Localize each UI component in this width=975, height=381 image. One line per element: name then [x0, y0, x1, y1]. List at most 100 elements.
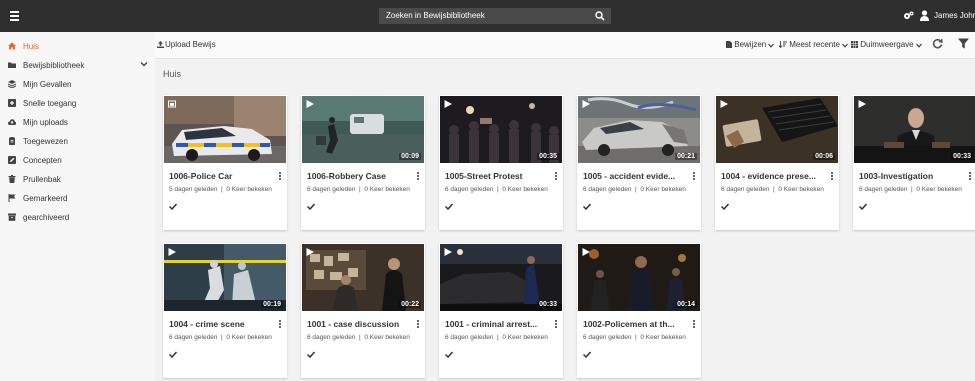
card-title[interactable]: 1006-Police Car	[169, 171, 273, 181]
card-title[interactable]: 1006-Robbery Case	[307, 171, 411, 181]
thumbnail[interactable]: 00:21	[578, 96, 700, 163]
card-meta: 5 dagen geleden | 0 Keer bekeken	[169, 186, 272, 193]
kebab-menu-icon[interactable]	[969, 172, 972, 182]
search-input[interactable]: Zoeken in Bewijsbibliotheek	[379, 8, 611, 24]
evidence-card[interactable]: 1006-Police Car 5 dagen geleden | 0 Keer…	[163, 95, 287, 230]
check-icon	[169, 351, 177, 358]
upload-icon	[157, 41, 164, 48]
thumbnail[interactable]: 00:33	[440, 244, 562, 311]
evidence-card[interactable]: 00:09 1006-Robbery Case 6 dagen geleden …	[301, 95, 425, 230]
evidence-card[interactable]: 00:22 1001 - case discussion 6 dagen gel…	[301, 243, 425, 378]
thumbnail[interactable]: 00:33	[854, 96, 975, 163]
kebab-menu-icon[interactable]	[555, 172, 558, 182]
refresh-icon[interactable]	[932, 38, 943, 49]
thumbnail[interactable]: 00:35	[440, 96, 562, 163]
card-meta: 6 dagen geleden | 0 Keer bekeken	[307, 186, 410, 193]
sidebar-item-assigned[interactable]: Toegewezen	[0, 132, 155, 150]
chevron-down-icon[interactable]	[140, 60, 148, 68]
kebab-menu-icon[interactable]	[417, 172, 420, 182]
video-duration: 00:33	[951, 153, 973, 160]
play-icon	[306, 248, 314, 256]
card-title[interactable]: 1002-Policemen at th...	[583, 319, 687, 329]
filter-icon[interactable]	[958, 38, 969, 49]
evidence-card[interactable]: 00:19 1004 - crime scene 6 dagen geleden…	[163, 243, 287, 378]
evidence-dropdown[interactable]: Bewijzen	[726, 40, 775, 49]
evidence-card[interactable]: 00:21 1005 - accident evide... 6 dagen g…	[577, 95, 701, 230]
chevron-down-icon	[915, 43, 922, 48]
sort-dropdown[interactable]: Meest recente	[778, 40, 849, 49]
card-meta: 6 dagen geleden | 0 Keer bekeken	[445, 186, 548, 193]
sidebar-item-label: Gemarkeerd	[23, 194, 68, 203]
kebab-menu-icon[interactable]	[831, 172, 834, 182]
grid-icon	[851, 41, 858, 48]
sidebar-item-label: Mijn uploads	[23, 118, 68, 127]
upload-evidence-button[interactable]: Upload Bewijs	[157, 40, 216, 49]
card-views: 0 Keer bekeken	[778, 186, 824, 193]
sidebar-item-my-cases[interactable]: Mijn Gevallen	[0, 75, 155, 93]
sidebar-item-evidence-library[interactable]: Bewijsbibliotheek	[0, 56, 155, 74]
card-title[interactable]: 1003-Investigation	[859, 171, 963, 181]
card-age: 5 dagen geleden	[169, 186, 218, 193]
view-dropdown[interactable]: Duimweergave	[851, 40, 922, 49]
menu-icon[interactable]	[10, 11, 19, 21]
kebab-menu-icon[interactable]	[555, 320, 558, 330]
search-placeholder: Zoeken in Bewijsbibliotheek	[386, 11, 485, 20]
sidebar-item-trash[interactable]: Prullenbak	[0, 170, 155, 188]
sidebar-item-flagged[interactable]: Gemarkeerd	[0, 189, 155, 207]
thumbnail[interactable]: 00:14	[578, 244, 700, 311]
card-meta: 6 dagen geleden | 0 Keer bekeken	[859, 186, 962, 193]
thumbnail[interactable]: 00:22	[302, 244, 424, 311]
card-title[interactable]: 1004 - crime scene	[169, 319, 273, 329]
sidebar-item-drafts[interactable]: Concepten	[0, 151, 155, 169]
play-icon	[582, 100, 590, 108]
sidebar-item-my-uploads[interactable]: Mijn uploads	[0, 113, 155, 131]
chevron-down-icon	[842, 43, 849, 48]
card-title[interactable]: 1004 - evidence prese...	[721, 171, 825, 181]
play-icon	[444, 100, 452, 108]
card-title[interactable]: 1001 - case discussion	[307, 319, 411, 329]
video-duration: 00:35	[537, 153, 559, 160]
search-icon[interactable]	[595, 11, 605, 21]
sidebar-item-label: Huis	[23, 42, 40, 51]
user-name[interactable]: James Johns	[934, 11, 975, 20]
video-duration: 00:33	[537, 301, 559, 308]
cloud-upload-icon	[8, 119, 16, 125]
sidebar-item-quick-access[interactable]: Snelle toegang	[0, 94, 155, 112]
view-dropdown-label: Duimweergave	[860, 40, 914, 49]
sidebar-item-home[interactable]: Huis	[0, 37, 155, 55]
thumbnail[interactable]: 00:19	[164, 244, 286, 311]
card-views: 0 Keer bekeken	[226, 186, 272, 193]
card-title[interactable]: 1005-Street Protest	[445, 171, 549, 181]
card-age: 6 dagen geleden	[169, 334, 218, 341]
sidebar-item-label: Prullenbak	[23, 175, 61, 184]
thumbnail[interactable]	[164, 96, 286, 163]
check-icon	[583, 203, 591, 210]
evidence-card[interactable]: 00:33 1001 - criminal arrest... 6 dagen …	[439, 243, 563, 378]
clipboard-icon	[9, 137, 15, 145]
thumbnail[interactable]: 00:06	[716, 96, 838, 163]
kebab-menu-icon[interactable]	[693, 320, 696, 330]
card-meta: 6 dagen geleden | 0 Keer bekeken	[445, 334, 548, 341]
thumbnail[interactable]: 00:09	[302, 96, 424, 163]
user-icon[interactable]	[920, 10, 929, 21]
sidebar: Huis Bewijsbibliotheek Mijn Gevallen Sne…	[0, 32, 155, 381]
kebab-menu-icon[interactable]	[417, 320, 420, 330]
kebab-menu-icon[interactable]	[279, 172, 282, 182]
card-views: 0 Keer bekeken	[916, 186, 962, 193]
video-duration: 00:22	[399, 301, 421, 308]
evidence-card[interactable]: 00:06 1004 - evidence prese... 6 dagen g…	[715, 95, 839, 230]
kebab-menu-icon[interactable]	[693, 172, 696, 182]
card-meta: 6 dagen geleden | 0 Keer bekeken	[307, 334, 410, 341]
evidence-card[interactable]: 00:33 1003-Investigation 6 dagen geleden…	[853, 95, 975, 230]
toolbar: Upload Bewijs Bewijzen Meest recente Dui…	[155, 32, 975, 59]
image-type-icon	[168, 100, 176, 108]
video-duration: 00:14	[675, 301, 697, 308]
gears-icon[interactable]	[903, 11, 914, 21]
sidebar-item-archived[interactable]: gearchiveerd	[0, 208, 155, 226]
card-title[interactable]: 1001 - criminal arrest...	[445, 319, 549, 329]
card-title[interactable]: 1005 - accident evide...	[583, 171, 687, 181]
evidence-card[interactable]: 00:35 1005-Street Protest 6 dagen gelede…	[439, 95, 563, 230]
kebab-menu-icon[interactable]	[279, 320, 282, 330]
check-icon	[721, 203, 729, 210]
evidence-card[interactable]: 00:14 1002-Policemen at th... 6 dagen ge…	[577, 243, 701, 378]
